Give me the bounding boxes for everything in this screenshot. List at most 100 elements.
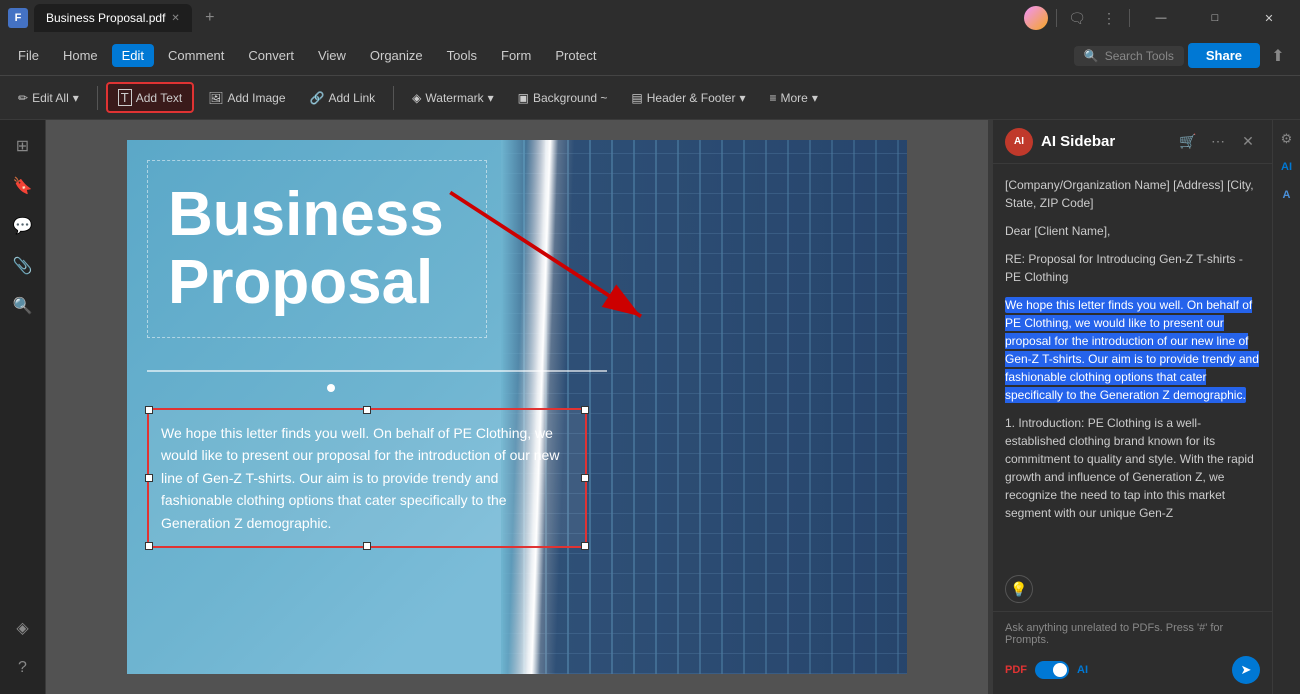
pdf-toggle[interactable] xyxy=(1035,661,1069,679)
more-button[interactable]: ≡ More ▾ xyxy=(759,86,827,110)
tab-area: F Business Proposal.pdf ✕ + xyxy=(8,4,1016,32)
header-footer-icon: ▤ xyxy=(631,91,642,105)
close-button[interactable]: ✕ xyxy=(1246,0,1292,36)
handle-bl[interactable] xyxy=(145,542,153,550)
new-tab-button[interactable]: + xyxy=(198,6,222,30)
lightbulb-area: 💡 xyxy=(993,567,1272,611)
ai-sidebar-footer: Ask anything unrelated to PDFs. Press '#… xyxy=(993,611,1272,694)
ai-sidebar-header: AI AI Sidebar 🛒 ⋯ ✕ xyxy=(993,120,1272,164)
ai-cart-icon[interactable]: 🛒 xyxy=(1176,130,1200,154)
menu-home[interactable]: Home xyxy=(53,44,108,67)
header-footer-label: Header & Footer xyxy=(647,91,736,105)
ai-greeting: Dear [Client Name], xyxy=(1005,222,1260,240)
share-button[interactable]: Share xyxy=(1188,43,1260,68)
ai-close-icon[interactable]: ✕ xyxy=(1236,130,1260,154)
tab-close-button[interactable]: ✕ xyxy=(171,13,179,24)
active-tab[interactable]: Business Proposal.pdf ✕ xyxy=(34,4,192,32)
menu-left: File Home Edit Comment Convert View Orga… xyxy=(8,44,607,67)
menu-edit[interactable]: Edit xyxy=(112,44,154,67)
add-link-label: Add Link xyxy=(328,91,375,105)
text-box[interactable]: We hope this letter finds you well. On b… xyxy=(147,408,587,548)
sidebar-search-icon[interactable]: 🔍 xyxy=(5,288,41,324)
pdf-title-line2: Proposal xyxy=(168,248,433,317)
send-button[interactable]: ➤ xyxy=(1232,656,1260,684)
ai-highlighted-text[interactable]: We hope this letter finds you well. On b… xyxy=(1005,296,1260,404)
upload-button[interactable]: ⬆ xyxy=(1264,42,1292,70)
menu-comment[interactable]: Comment xyxy=(158,44,234,67)
tab-title: Business Proposal.pdf xyxy=(46,11,165,25)
title-bar: F Business Proposal.pdf ✕ + 🗨 ⋮ — □ ✕ xyxy=(0,0,1300,36)
header-footer-button[interactable]: ▤ Header & Footer ▾ xyxy=(621,86,755,110)
image-icon: 🖼 xyxy=(208,91,223,105)
menu-bar: File Home Edit Comment Convert View Orga… xyxy=(0,36,1300,76)
settings-icon[interactable]: ⚙ xyxy=(1276,128,1298,150)
divider-line xyxy=(147,370,607,372)
dropdown-icon: ▾ xyxy=(73,91,79,105)
sidebar-comments-icon[interactable]: 💬 xyxy=(5,208,41,244)
separator xyxy=(1056,9,1057,27)
edit-all-button[interactable]: ✏ Edit All ▾ xyxy=(8,86,89,110)
ai-intro: 1. Introduction: PE Clothing is a well-e… xyxy=(1005,414,1260,522)
edit-icon: ✏ xyxy=(18,91,28,105)
add-link-button[interactable]: 🔗 Add Link xyxy=(300,86,386,110)
minimize-button[interactable]: — xyxy=(1138,0,1184,36)
left-sidebar: ⊞ 🔖 💬 📎 🔍 ◈ ? xyxy=(0,120,46,694)
menu-organize[interactable]: Organize xyxy=(360,44,433,67)
watermark-button[interactable]: ◈ Watermark ▾ xyxy=(402,86,504,110)
pdf-toggle-dot xyxy=(1053,663,1067,677)
notifications-icon[interactable]: 🗨 xyxy=(1065,6,1089,30)
toolbar-sep1 xyxy=(97,86,98,110)
right-edge-panel: ⚙ AI A xyxy=(1272,120,1300,694)
search-placeholder: Search Tools xyxy=(1105,49,1174,63)
handle-br[interactable] xyxy=(581,542,589,550)
handle-bm[interactable] xyxy=(363,542,371,550)
translate-icon[interactable]: A xyxy=(1276,184,1298,206)
handle-ml[interactable] xyxy=(145,474,153,482)
background-button[interactable]: ▣ Background ~ xyxy=(508,86,618,110)
pdf-label: PDF xyxy=(1005,664,1027,676)
sidebar-pages-icon[interactable]: ⊞ xyxy=(5,128,41,164)
menu-convert[interactable]: Convert xyxy=(238,44,304,67)
sidebar-layers-icon[interactable]: ◈ xyxy=(5,610,41,646)
sidebar-help-icon[interactable]: ? xyxy=(5,650,41,686)
more-icon: ≡ xyxy=(769,91,776,105)
ai-header-icons: 🛒 ⋯ ✕ xyxy=(1176,130,1260,154)
menu-file[interactable]: File xyxy=(8,44,49,67)
ai-subject: RE: Proposal for Introducing Gen-Z T-shi… xyxy=(1005,250,1260,286)
ai-right-icon[interactable]: AI xyxy=(1276,156,1298,178)
edit-all-label: Edit All xyxy=(32,91,69,105)
pdf-title-box: Business Proposal xyxy=(147,160,487,338)
background-label: Background ~ xyxy=(533,91,607,105)
canvas-area[interactable]: Business Proposal We hope this letter fi… xyxy=(46,120,988,694)
add-text-button[interactable]: T Add Text xyxy=(106,82,194,113)
ai-input-hint[interactable]: Ask anything unrelated to PDFs. Press '#… xyxy=(1005,622,1260,646)
more-options-icon[interactable]: ⋮ xyxy=(1097,6,1121,30)
watermark-dropdown: ▾ xyxy=(488,91,494,105)
handle-tl[interactable] xyxy=(145,406,153,414)
user-avatar[interactable] xyxy=(1024,6,1048,30)
header-footer-dropdown: ▾ xyxy=(739,91,745,105)
menu-protect[interactable]: Protect xyxy=(545,44,606,67)
link-icon: 🔗 xyxy=(310,91,325,105)
handle-tm[interactable] xyxy=(363,406,371,414)
pdf-body-text: We hope this letter finds you well. On b… xyxy=(161,422,573,534)
handle-tr[interactable] xyxy=(581,406,589,414)
handle-mr[interactable] xyxy=(581,474,589,482)
menu-tools[interactable]: Tools xyxy=(437,44,487,67)
toolbar-sep2 xyxy=(393,86,394,110)
maximize-button[interactable]: □ xyxy=(1192,0,1238,36)
ai-toggle-row: PDF AI ➤ xyxy=(1005,656,1260,684)
more-label: More xyxy=(781,91,808,105)
ai-label: AI xyxy=(1077,664,1088,676)
add-image-button[interactable]: 🖼 Add Image xyxy=(198,86,295,110)
menu-view[interactable]: View xyxy=(308,44,356,67)
menu-form[interactable]: Form xyxy=(491,44,541,67)
sidebar-bookmarks-icon[interactable]: 🔖 xyxy=(5,168,41,204)
building-area xyxy=(501,140,907,674)
add-image-label: Add Image xyxy=(227,91,285,105)
lightbulb-icon[interactable]: 💡 xyxy=(1005,575,1033,603)
toolbar: ✏ Edit All ▾ T Add Text 🖼 Add Image 🔗 Ad… xyxy=(0,76,1300,120)
search-tools[interactable]: 🔍 Search Tools xyxy=(1074,46,1184,66)
ai-more-icon[interactable]: ⋯ xyxy=(1206,130,1230,154)
sidebar-attachments-icon[interactable]: 📎 xyxy=(5,248,41,284)
